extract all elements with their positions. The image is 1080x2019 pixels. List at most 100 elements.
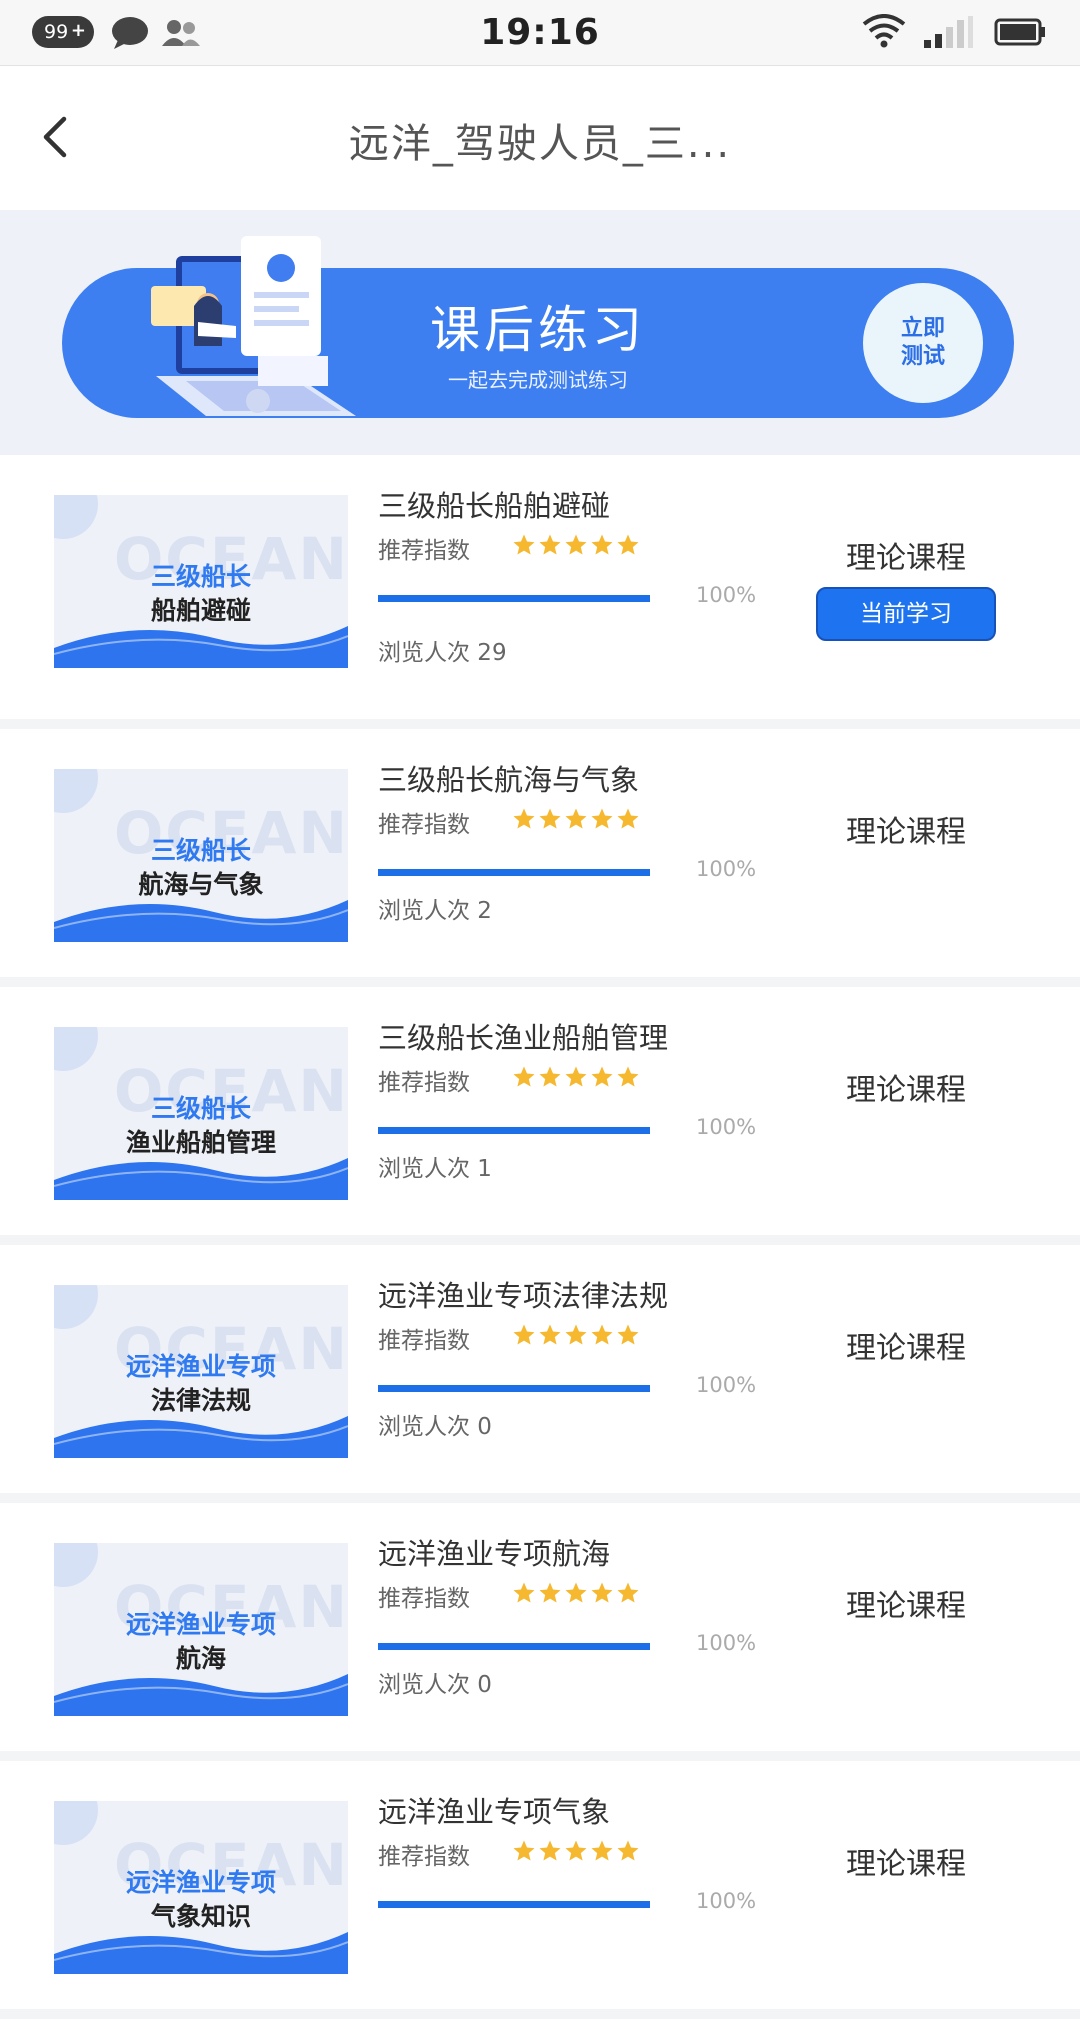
nav-bar: 远洋_驾驶人员_三... [0,67,1080,210]
thumbnail-title-line1: 三级船长 [150,1094,251,1123]
wave-graphic [54,900,348,942]
wifi-icon [862,14,906,48]
progress-percent: 100% [696,583,757,607]
star-icon [617,1840,639,1861]
star-icon [513,808,535,829]
stars-svg [513,1840,639,1861]
status-bar: 99 + 19:16 [0,0,1080,66]
star-icon [539,808,561,829]
star-icon [565,1840,587,1861]
rating-label: 推荐指数 [378,1328,470,1354]
star-icon [539,1582,561,1603]
thumbnail-title-line1: 远洋渔业专项 [125,1610,276,1639]
thumbnail-title-line1: 三级船长 [150,836,251,865]
star-icon [617,1066,639,1087]
stars-svg [513,1582,639,1603]
decor-circle [54,1027,98,1071]
course-type: 理论课程 [846,1847,966,1882]
wave-graphic [54,1158,348,1200]
wave-graphic [54,1674,348,1716]
progress-bar [378,1643,650,1650]
rating-label: 推荐指数 [378,1844,470,1870]
wave-graphic [54,1932,348,1974]
decor-circle [54,1801,98,1845]
star-rating [512,1322,642,1352]
decor-circle [54,769,98,813]
current-study-button[interactable]: 当前学习 [816,587,996,641]
course-item-4[interactable]: OCEAN 远洋渔业专项 法律法规 远洋渔业专项法律法规 推荐指数 100% 浏… [0,1245,1080,1503]
star-icon [617,1582,639,1603]
thumbnail-title-line1: 三级船长 [150,562,251,591]
star-icon [591,808,613,829]
star-icon [565,808,587,829]
rating-label: 推荐指数 [378,538,470,564]
progress-fill [378,1901,650,1908]
decor-circle [54,1285,98,1329]
stars-svg [513,1324,639,1345]
star-icon [617,1324,639,1345]
practice-banner[interactable]: 课后练习 一起去完成测试练习 立即 测试 [62,236,1014,418]
progress-bar [378,1127,650,1134]
star-rating [512,532,642,562]
course-thumbnail: OCEAN 三级船长 船舶避碰 [54,495,348,668]
course-item-2[interactable]: OCEAN 三级船长 航海与气象 三级船长航海与气象 推荐指数 100% 浏览人… [0,729,1080,987]
course-item-3[interactable]: OCEAN 三级船长 渔业船舶管理 三级船长渔业船舶管理 推荐指数 100% 浏… [0,987,1080,1245]
course-thumbnail: OCEAN 三级船长 渔业船舶管理 [54,1027,348,1200]
progress-bar [378,1385,650,1392]
star-icon [513,1324,535,1345]
star-rating [512,1064,642,1094]
signal-icon [924,16,973,48]
star-icon [513,534,535,555]
star-rating [512,1838,642,1868]
star-icon [565,1582,587,1603]
view-count: 浏览人次 1 [378,1156,492,1182]
progress-fill [378,869,650,876]
progress-fill [378,1643,650,1650]
course-list: OCEAN 三级船长 船舶避碰 三级船长船舶避碰 推荐指数 100% 浏览人次 … [0,455,1080,2019]
test-now-button[interactable]: 立即 测试 [863,283,983,403]
course-item-6[interactable]: OCEAN 远洋渔业专项 气象知识 远洋渔业专项气象 推荐指数 100% 理论课… [0,1761,1080,2019]
progress-fill [378,1385,650,1392]
star-icon [565,1324,587,1345]
star-icon [617,534,639,555]
star-icon [513,1582,535,1603]
progress-bar [378,595,650,602]
rating-label: 推荐指数 [378,1586,470,1612]
view-count: 浏览人次 0 [378,1414,492,1440]
progress-percent: 100% [696,857,757,881]
rating-label: 推荐指数 [378,812,470,838]
course-item-1[interactable]: OCEAN 三级船长 船舶避碰 三级船长船舶避碰 推荐指数 100% 浏览人次 … [0,455,1080,729]
star-icon [591,1066,613,1087]
progress-fill [378,595,650,602]
star-icon [513,1066,535,1087]
progress-percent: 100% [696,1115,757,1139]
star-icon [539,1324,561,1345]
page-title: 远洋_驾驶人员_三... [348,121,732,167]
progress-fill [378,1127,650,1134]
rating-label: 推荐指数 [378,1070,470,1096]
star-icon [513,1840,535,1861]
decor-circle [54,1543,98,1587]
wave-graphic [54,626,348,668]
course-thumbnail: OCEAN 远洋渔业专项 气象知识 [54,1801,348,1974]
battery-icon [994,18,1045,46]
course-type: 理论课程 [846,541,966,576]
view-count: 浏览人次 2 [378,898,492,924]
thumbnail-title-line1: 远洋渔业专项 [125,1868,276,1897]
course-thumbnail: OCEAN 远洋渔业专项 法律法规 [54,1285,348,1458]
progress-percent: 100% [696,1373,757,1397]
progress-bar [378,1901,650,1908]
course-thumbnail: OCEAN 三级船长 航海与气象 [54,769,348,942]
star-rating [512,1580,642,1610]
stars-svg [513,1066,639,1087]
clock: 19:16 [480,12,600,53]
star-icon [565,534,587,555]
progress-bar [378,869,650,876]
star-icon [591,534,613,555]
course-name: 三级船长船舶避碰 [378,489,611,523]
course-item-5[interactable]: OCEAN 远洋渔业专项 航海 远洋渔业专项航海 推荐指数 100% 浏览人次 … [0,1503,1080,1761]
progress-percent: 100% [696,1631,757,1655]
view-count: 浏览人次 0 [378,1672,492,1698]
star-icon [591,1582,613,1603]
star-icon [591,1324,613,1345]
